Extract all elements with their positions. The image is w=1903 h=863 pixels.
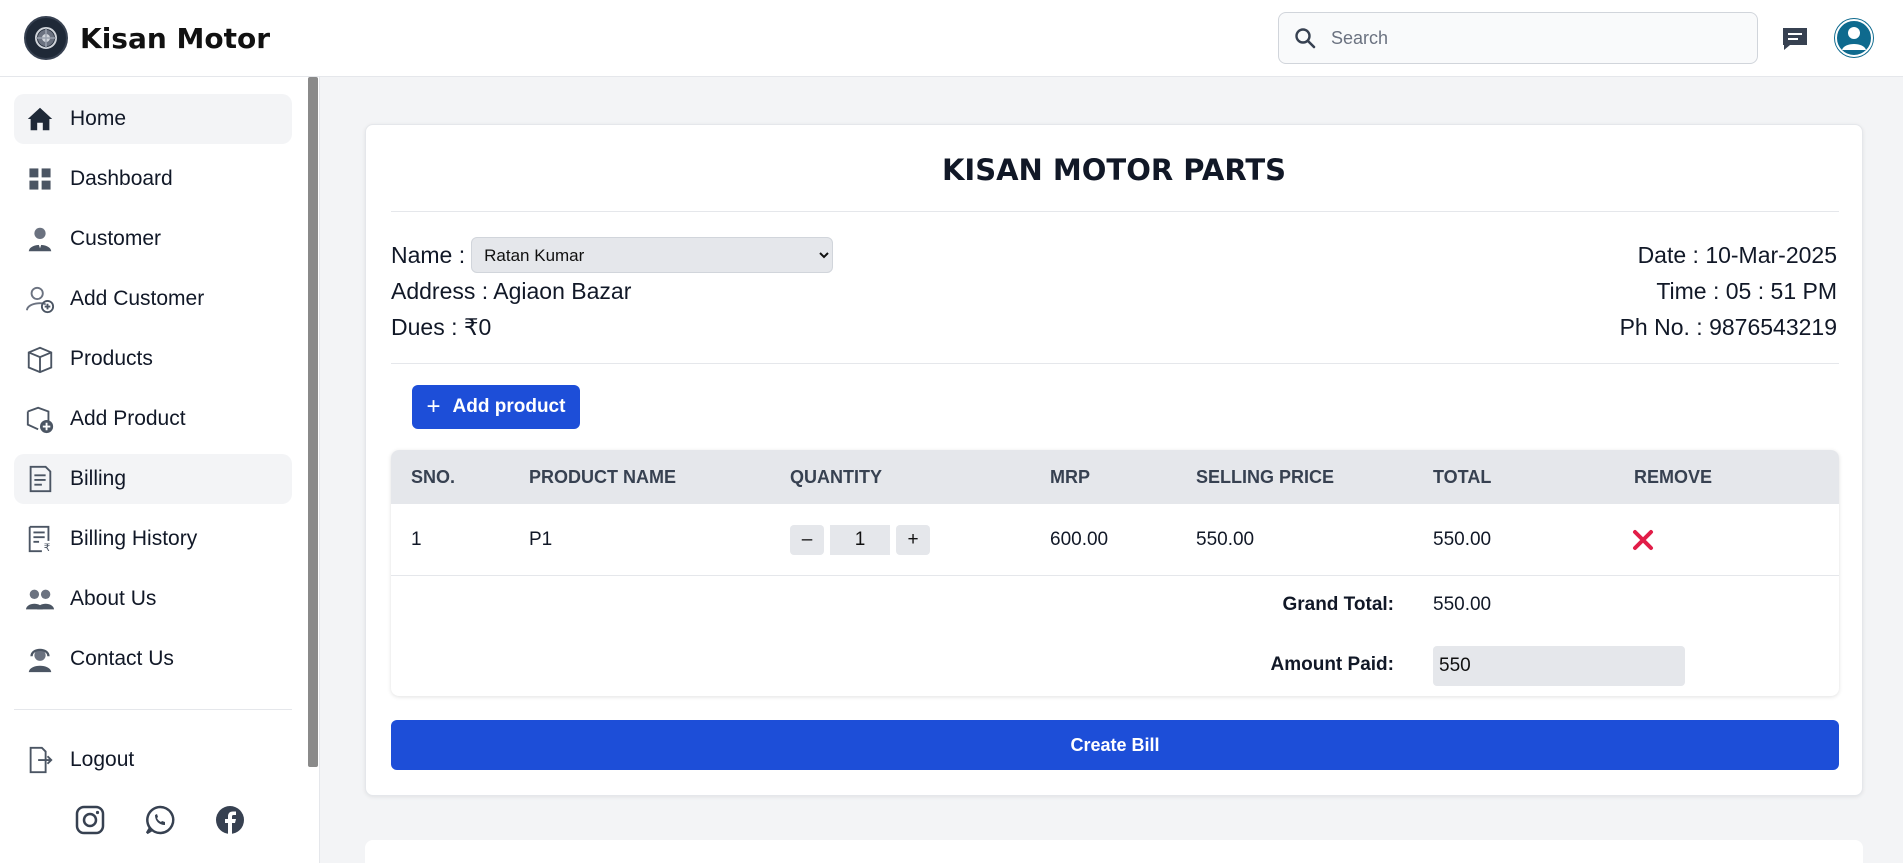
add-product-label: Add product: [452, 396, 566, 417]
sidebar-item-home[interactable]: Home: [14, 94, 292, 144]
logout-label: Logout: [70, 748, 135, 771]
sidebar-item-billing[interactable]: Billing: [14, 454, 292, 504]
logout-button[interactable]: Logout: [14, 735, 292, 785]
sidebar-item-add-product[interactable]: Add Product: [14, 394, 292, 444]
svg-text:₹: ₹: [44, 542, 51, 554]
products-table: SNO. PRODUCT NAME QUANTITY MRP SELLING P…: [391, 450, 1839, 696]
amount-paid-input[interactable]: [1433, 646, 1685, 686]
table-row: 1 P1 – + 600.00 550.00 550.00: [391, 504, 1839, 576]
logout-icon: [24, 744, 56, 776]
sidebar: Home Dashboard Customer Add Customer Pro…: [0, 77, 320, 863]
sidebar-item-add-customer[interactable]: Add Customer: [14, 274, 292, 324]
sidebar-item-label: Add Customer: [70, 287, 205, 310]
col-quantity: QUANTITY: [790, 467, 882, 487]
sidebar-item-label: Customer: [70, 227, 162, 250]
grand-total-value: 550.00: [1433, 594, 1492, 615]
search-box[interactable]: [1278, 12, 1758, 64]
products-icon: [24, 343, 56, 375]
divider: [391, 211, 1839, 212]
top-navbar: Kisan Motor: [0, 0, 1903, 77]
col-total: TOTAL: [1433, 467, 1492, 487]
secondary-card: [365, 840, 1863, 863]
brand-name: Kisan Motor: [80, 21, 271, 55]
col-selling-price: SELLING PRICE: [1196, 467, 1335, 487]
divider: [391, 363, 1839, 364]
instagram-icon[interactable]: [74, 804, 106, 836]
facebook-icon[interactable]: [214, 804, 246, 836]
add-product-icon: [24, 403, 56, 435]
search-icon: [1295, 28, 1316, 49]
sidebar-item-label: Contact Us: [70, 647, 174, 670]
sidebar-item-label: Home: [70, 107, 127, 130]
cell-product: P1: [529, 529, 553, 550]
sidebar-item-label: Add Product: [70, 407, 186, 430]
social-links: [74, 804, 246, 836]
phone-text: Ph No. : 9876543219: [1619, 314, 1837, 340]
dues-text: Dues : ₹0: [391, 313, 492, 340]
col-sno: SNO.: [411, 467, 456, 487]
sidebar-item-contact-us[interactable]: Contact Us: [14, 634, 292, 684]
close-icon: [1633, 530, 1653, 550]
messages-icon[interactable]: [1780, 24, 1810, 54]
sidebar-item-products[interactable]: Products: [14, 334, 292, 384]
grand-total-label: Grand Total:: [1282, 594, 1394, 615]
quantity-input[interactable]: [830, 525, 890, 555]
billing-history-icon: ₹: [24, 523, 56, 555]
home-icon: [24, 103, 56, 135]
sidebar-item-about-us[interactable]: About Us: [14, 574, 292, 624]
sidebar-item-label: About Us: [70, 587, 157, 610]
billing-icon: [24, 463, 56, 495]
add-customer-icon: [24, 283, 56, 315]
sidebar-item-customer[interactable]: Customer: [14, 214, 292, 264]
date-text: Date : 10-Mar-2025: [1637, 242, 1837, 268]
sidebar-scrollbar[interactable]: [308, 77, 318, 767]
col-remove: REMOVE: [1634, 467, 1713, 487]
sidebar-item-label: Billing History: [70, 527, 198, 550]
sidebar-item-label: Products: [70, 347, 153, 370]
quantity-stepper: – +: [790, 525, 930, 555]
about-us-icon: [24, 583, 56, 615]
dashboard-icon: [24, 163, 56, 195]
customer-name-select[interactable]: Ratan Kumar: [471, 237, 834, 273]
create-bill-button[interactable]: Create Bill: [391, 720, 1839, 770]
remove-item-button[interactable]: [1629, 526, 1657, 554]
billing-card: KISAN MOTOR PARTS Name : Ratan Kumar Add…: [365, 124, 1863, 796]
bill-meta: Date : 10-Mar-2025 Time : 05 : 51 PM Ph …: [1620, 237, 1837, 345]
contact-us-icon: [24, 643, 56, 675]
cell-selling-price: 550.00: [1196, 529, 1255, 550]
search-input[interactable]: [1331, 27, 1731, 49]
sidebar-item-label: Dashboard: [70, 167, 173, 190]
customer-info: Name : Ratan Kumar Address : Agiaon Baza…: [391, 237, 834, 345]
sidebar-item-billing-history[interactable]: ₹ Billing History: [14, 514, 292, 564]
cell-mrp: 600.00: [1050, 529, 1109, 550]
sidebar-divider: [14, 709, 292, 710]
address-text: Address : Agiaon Bazar: [391, 277, 632, 304]
quantity-decrement-button[interactable]: –: [790, 525, 824, 555]
quantity-increment-button[interactable]: +: [896, 525, 930, 555]
brand[interactable]: Kisan Motor: [24, 16, 270, 60]
plus-icon: +: [426, 393, 441, 420]
cell-total: 550.00: [1433, 529, 1492, 550]
name-label: Name :: [391, 241, 466, 268]
time-text: Time : 05 : 51 PM: [1656, 278, 1837, 304]
amount-paid-label: Amount Paid:: [1270, 654, 1395, 675]
whatsapp-icon[interactable]: [144, 804, 176, 836]
bill-title: KISAN MOTOR PARTS: [941, 153, 1287, 187]
col-product-name: PRODUCT NAME: [529, 467, 676, 487]
brand-logo-icon: [24, 16, 68, 60]
table-header: SNO. PRODUCT NAME QUANTITY MRP SELLING P…: [391, 450, 1839, 504]
sidebar-item-label: Billing: [70, 467, 127, 490]
user-avatar-icon[interactable]: [1834, 18, 1874, 58]
sidebar-item-dashboard[interactable]: Dashboard: [14, 154, 292, 204]
customer-icon: [24, 223, 56, 255]
col-mrp: MRP: [1050, 467, 1090, 487]
add-product-button[interactable]: + Add product: [412, 385, 580, 429]
cell-sno: 1: [411, 529, 422, 550]
